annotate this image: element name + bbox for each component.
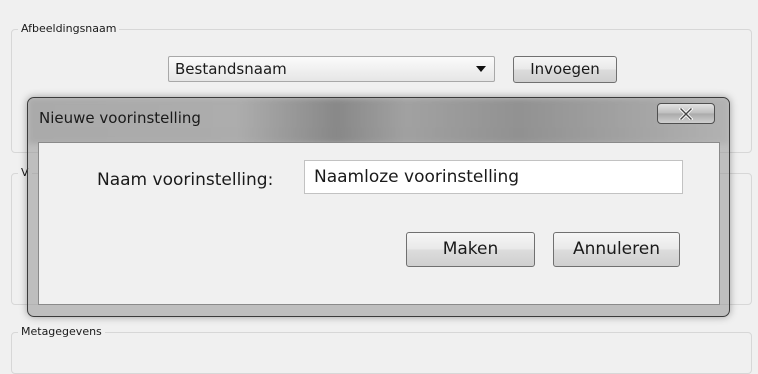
preset-name-input[interactable] <box>304 160 683 194</box>
filename-dropdown-value: Bestandsnaam <box>175 60 287 78</box>
create-button[interactable]: Maken <box>406 232 535 267</box>
dialog-body: Naam voorinstelling: Maken Annuleren <box>38 142 720 305</box>
close-icon <box>678 106 694 122</box>
insert-button[interactable]: Invoegen <box>513 56 617 83</box>
metadata-legend: Metagegevens <box>18 325 105 338</box>
image-name-legend: Afbeeldingsnaam <box>18 22 120 35</box>
cancel-button[interactable]: Annuleren <box>553 232 680 267</box>
close-button[interactable] <box>657 103 715 124</box>
metadata-groupbox: Metagegevens <box>11 325 752 374</box>
chevron-down-icon <box>476 66 486 72</box>
preset-name-label: Naam voorinstelling: <box>97 170 274 190</box>
filename-dropdown[interactable]: Bestandsnaam <box>168 56 495 82</box>
dialog-title: Nieuwe voorinstelling <box>39 109 201 127</box>
new-preset-dialog: Nieuwe voorinstelling Naam voorinstellin… <box>27 97 730 317</box>
